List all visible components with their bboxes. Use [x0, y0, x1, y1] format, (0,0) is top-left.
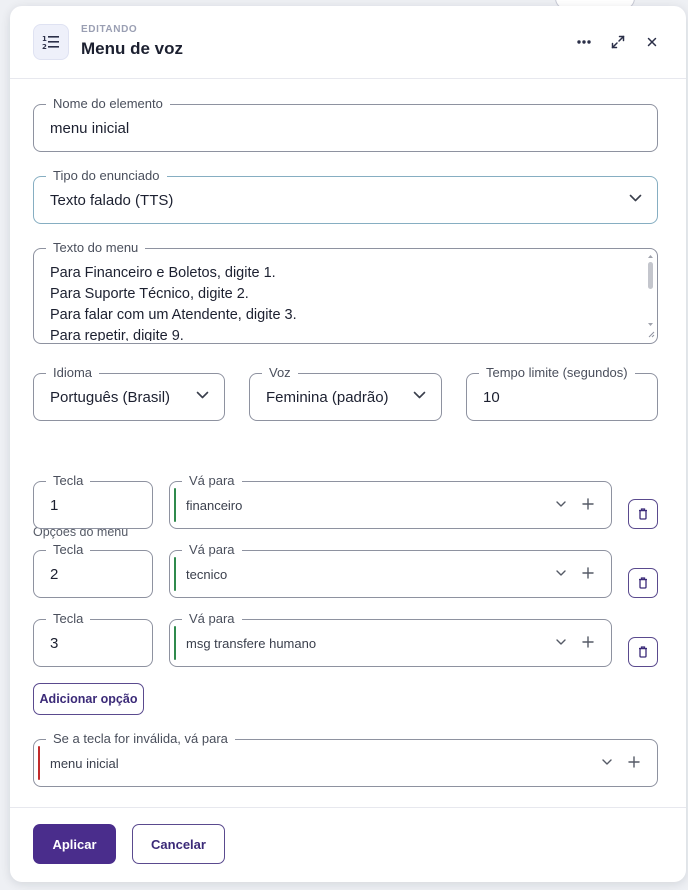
apply-button[interactable]: Aplicar — [33, 824, 116, 864]
option-goto-label: Vá para — [182, 473, 242, 489]
add-target-button[interactable] — [582, 567, 594, 579]
voice-select[interactable]: Voz Feminina (padrão) — [249, 365, 442, 421]
panel-footer: Aplicar Cancelar — [10, 807, 686, 882]
timeout-label: Tempo limite (segundos) — [479, 365, 635, 381]
expand-button[interactable] — [607, 31, 629, 53]
valid-target-indicator — [174, 557, 176, 591]
invalid-key-goto-select[interactable]: Se a tecla for inválida, vá para menu in… — [33, 731, 658, 787]
more-options-button[interactable] — [573, 31, 595, 53]
voice-menu-editor-panel: 1 2 EDITANDO Menu de voz Nome do element… — [10, 6, 686, 882]
menu-text-line: Para repetir, digite 9. — [50, 328, 184, 341]
timeout-value: 10 — [483, 389, 500, 406]
invalid-key-label: Se a tecla for inválida, vá para — [46, 731, 235, 747]
delete-option-button[interactable] — [628, 637, 658, 667]
menu-text-line: Para Suporte Técnico, digite 2. — [50, 286, 249, 302]
utterance-type-value: Texto falado (TTS) — [50, 192, 174, 209]
language-label: Idioma — [46, 365, 100, 381]
add-option-button[interactable]: Adicionar opção — [33, 683, 144, 715]
add-target-button[interactable] — [582, 636, 594, 648]
language-select[interactable]: Idioma Português (Brasil) — [33, 365, 225, 421]
option-key-value: 1 — [50, 497, 59, 514]
add-target-button[interactable] — [628, 756, 640, 768]
svg-text:2: 2 — [42, 43, 47, 50]
chevron-down-icon — [556, 570, 566, 576]
option-key-value: 2 — [50, 566, 59, 583]
option-goto-select[interactable]: Vá para financeiro — [169, 473, 612, 529]
numbered-list-icon: 1 2 — [33, 24, 69, 60]
option-key-label: Tecla — [46, 473, 91, 489]
trash-icon — [639, 646, 647, 658]
svg-text:1: 1 — [42, 35, 47, 43]
option-goto-value: financeiro — [186, 498, 243, 513]
option-goto-value: tecnico — [186, 567, 228, 582]
plus-icon — [582, 567, 594, 579]
plus-icon — [582, 636, 594, 648]
option-key-value: 3 — [50, 635, 59, 652]
menu-text-area[interactable]: Texto do menu Para Financeiro e Boletos,… — [33, 240, 658, 344]
utterance-type-select[interactable]: Tipo do enunciado Texto falado (TTS) — [33, 168, 658, 224]
close-icon — [647, 37, 657, 47]
invalid-target-indicator — [38, 746, 40, 780]
menu-text-content: Para Financeiro e Boletos, digite 1. Par… — [50, 263, 637, 341]
menu-text-scrollbar[interactable] — [646, 253, 655, 339]
valid-target-indicator — [174, 488, 176, 522]
element-name-label: Nome do elemento — [46, 96, 170, 112]
close-button[interactable] — [641, 31, 663, 53]
option-key-field[interactable]: Tecla 2 — [33, 542, 153, 598]
trash-icon — [639, 508, 647, 520]
valid-target-indicator — [174, 626, 176, 660]
option-goto-select[interactable]: Vá para tecnico — [169, 542, 612, 598]
invalid-key-value: menu inicial — [50, 756, 119, 771]
expand-icon — [611, 35, 625, 49]
option-goto-label: Vá para — [182, 542, 242, 558]
element-name-field[interactable]: Nome do elemento menu inicial — [33, 96, 658, 152]
timeout-field[interactable]: Tempo limite (segundos) 10 — [466, 365, 658, 421]
option-key-field[interactable]: Tecla 1 — [33, 473, 153, 529]
chevron-down-icon — [556, 501, 566, 507]
panel-header: 1 2 EDITANDO Menu de voz — [10, 6, 686, 79]
trash-icon — [639, 577, 647, 589]
chevron-down-icon — [602, 759, 612, 765]
language-value: Português (Brasil) — [50, 389, 171, 406]
option-key-label: Tecla — [46, 542, 91, 558]
option-goto-label: Vá para — [182, 611, 242, 627]
panel-body: Nome do elemento menu inicial Tipo do en… — [10, 79, 686, 803]
more-icon — [577, 40, 591, 44]
chevron-down-icon — [413, 391, 426, 399]
chevron-down-icon — [196, 391, 209, 399]
page-title: Menu de voz — [81, 39, 184, 58]
chevron-down-icon — [629, 194, 642, 202]
add-target-button[interactable] — [582, 498, 594, 510]
menu-text-label: Texto do menu — [46, 240, 146, 256]
cancel-button[interactable]: Cancelar — [132, 824, 225, 864]
option-goto-select[interactable]: Vá para msg transfere humano — [169, 611, 612, 667]
delete-option-button[interactable] — [628, 499, 658, 529]
utterance-type-label: Tipo do enunciado — [46, 168, 167, 184]
menu-text-line: Para Financeiro e Boletos, digite 1. — [50, 265, 276, 281]
plus-icon — [628, 756, 640, 768]
element-name-value: menu inicial — [50, 120, 130, 137]
delete-option-button[interactable] — [628, 568, 658, 598]
option-key-label: Tecla — [46, 611, 91, 627]
option-key-field[interactable]: Tecla 3 — [33, 611, 153, 667]
voice-label: Voz — [262, 365, 298, 381]
voice-value: Feminina (padrão) — [266, 389, 389, 406]
option-goto-value: msg transfere humano — [186, 636, 317, 651]
menu-text-line: Para falar com um Atendente, digite 3. — [50, 307, 297, 323]
plus-icon — [582, 498, 594, 510]
header-eyebrow: EDITANDO — [81, 24, 138, 35]
chevron-down-icon — [556, 639, 566, 645]
